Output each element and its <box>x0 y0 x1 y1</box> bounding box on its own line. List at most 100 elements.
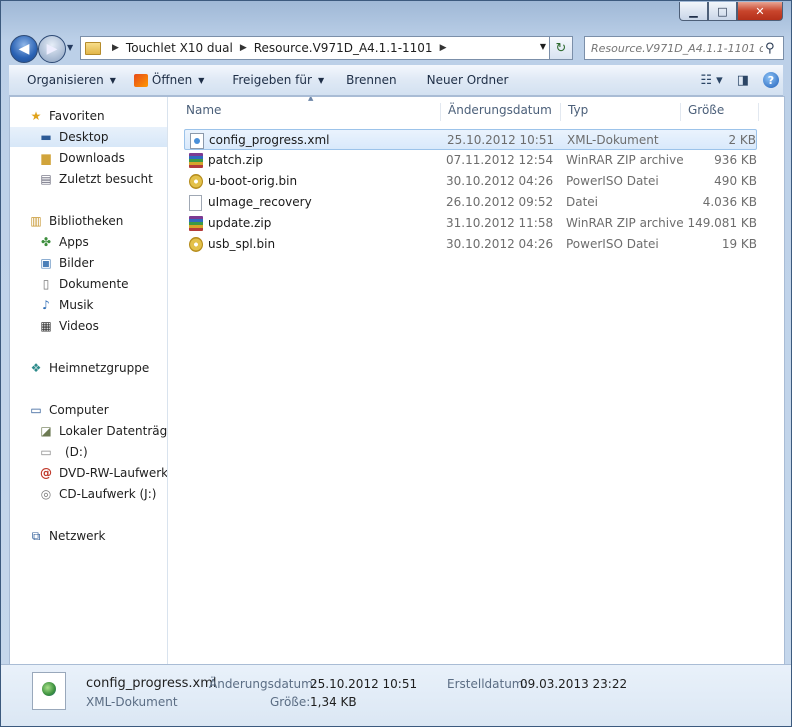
help-icon[interactable]: ? <box>763 72 779 88</box>
star-icon: ★ <box>30 109 42 123</box>
computer-icon: ▭ <box>30 403 42 417</box>
winrar-archive-icon <box>189 216 203 231</box>
sidebar-item-downloads[interactable]: ▆ Downloads <box>10 148 167 168</box>
column-header-type[interactable]: Typ <box>568 103 681 121</box>
file-name: update.zip <box>208 216 272 230</box>
dvd-drive-icon: @ <box>40 466 52 480</box>
homegroup-icon: ❖ <box>30 361 42 375</box>
details-pane: config_progress.xml XML-Dokument Änderun… <box>1 664 791 726</box>
column-header-name[interactable]: Name <box>186 103 441 121</box>
cd-drive-icon: ◎ <box>40 487 52 501</box>
organize-menu-button[interactable]: Organisieren ▼ <box>27 73 116 87</box>
sidebar-item-label: Bilder <box>59 256 94 270</box>
local-disk-icon: ◪ <box>40 424 52 438</box>
search-icon[interactable]: ⚲ <box>765 41 775 56</box>
back-button[interactable]: ◀ <box>10 35 38 63</box>
sidebar-item-apps[interactable]: ✤ Apps <box>10 232 167 252</box>
navigation-bar: ◀ ▶ ▼ ▶ Touchlet X10 dual ▶ Resource.V97… <box>1 31 791 63</box>
file-name: patch.zip <box>208 153 263 167</box>
xml-file-icon <box>190 133 204 149</box>
sidebar-item-heimnetzgruppe[interactable]: ❖ Heimnetzgruppe <box>10 358 167 378</box>
details-modified-value: 25.10.2012 10:51 <box>310 677 418 691</box>
column-header-label: Änderungsdatum <box>448 103 552 117</box>
address-dropdown-icon[interactable]: ▼ <box>540 42 546 51</box>
poweriso-disc-icon <box>189 174 203 189</box>
details-size-label: Größe: <box>270 695 311 709</box>
downloads-folder-icon: ▆ <box>41 151 51 165</box>
file-row[interactable]: patch.zip 07.11.2012 12:54 WinRAR ZIP ar… <box>184 150 757 170</box>
sidebar-item-label: Netzwerk <box>49 529 106 543</box>
new-folder-button[interactable]: Neuer Ordner <box>427 73 509 87</box>
details-filetype: XML-Dokument <box>86 695 178 709</box>
chevron-right-icon[interactable]: ▶ <box>440 43 447 53</box>
sidebar-item-musik[interactable]: ♪ Musik <box>10 295 167 315</box>
file-row[interactable]: u-boot-orig.bin 30.10.2012 04:26 PowerIS… <box>184 171 757 191</box>
view-options-icon[interactable]: ☷ ▾ <box>700 73 722 88</box>
sidebar-item-cd-drive[interactable]: ◎ CD-Laufwerk (J:) <box>10 484 167 504</box>
column-header-label: Name <box>186 103 222 117</box>
sidebar-item-label: Favoriten <box>49 109 105 123</box>
sidebar-item-label: Lokaler Datenträger <box>59 424 168 438</box>
sidebar-item-dvd-drive[interactable]: @ DVD-RW-Laufwerk ( <box>10 463 168 483</box>
file-row[interactable]: update.zip 31.10.2012 11:58 WinRAR ZIP a… <box>184 213 757 233</box>
file-size: 4.036 KB <box>702 195 757 209</box>
refresh-button[interactable]: ↻ <box>549 36 573 60</box>
details-size-value: 1,34 KB <box>310 695 357 709</box>
sidebar-item-desktop[interactable]: ▬ Desktop <box>10 127 167 147</box>
file-size: 2 KB <box>728 133 756 147</box>
chevron-right-icon[interactable]: ▶ <box>112 43 119 53</box>
open-label: Öffnen <box>151 73 193 87</box>
file-date: 25.10.2012 10:51 <box>447 133 555 147</box>
network-icon: ⧉ <box>31 528 41 543</box>
file-size: 490 KB <box>714 174 757 188</box>
preview-pane-icon[interactable]: ◨ <box>737 73 749 88</box>
breadcrumb-segment[interactable]: Touchlet X10 dual <box>126 41 233 55</box>
organize-label: Organisieren <box>27 73 104 87</box>
file-type: XML-Dokument <box>567 133 659 147</box>
close-button[interactable]: ✕ <box>737 2 783 21</box>
xml-file-icon <box>32 672 66 710</box>
sidebar-item-label: Musik <box>59 298 94 312</box>
open-menu-button[interactable]: Öffnen ▼ <box>133 73 204 87</box>
share-menu-button[interactable]: Freigeben für ▼ <box>232 73 324 87</box>
libraries-icon: ▥ <box>30 214 42 228</box>
drive-icon: ▭ <box>40 445 52 459</box>
sidebar-item-label: DVD-RW-Laufwerk ( <box>59 466 168 480</box>
search-box[interactable]: ⚲ <box>584 36 784 60</box>
file-row[interactable]: config_progress.xml 25.10.2012 10:51 XML… <box>184 129 757 150</box>
sidebar-item-label: Computer <box>49 403 109 417</box>
breadcrumb-segment[interactable]: Resource.V971D_A4.1.1-1101 <box>254 41 433 55</box>
sidebar-item-local-disk[interactable]: ◪ Lokaler Datenträger <box>10 421 168 441</box>
file-row[interactable]: uImage_recovery 26.10.2012 09:52 Datei 4… <box>184 192 757 212</box>
content-area: ★ Favoriten ▬ Desktop ▆ Downloads ▤ Zuletzt … <box>9 96 785 665</box>
sidebar-item-netzwerk[interactable]: ⧉ Netzwerk <box>10 526 167 546</box>
sidebar-item-drive-d[interactable]: ▭ (D:) <box>10 442 167 462</box>
sidebar-item-bibliotheken[interactable]: ▥ Bibliotheken <box>10 211 167 231</box>
forward-button[interactable]: ▶ <box>38 35 66 63</box>
sidebar-item-dokumente[interactable]: ▯ Dokumente <box>10 274 167 294</box>
file-name: usb_spl.bin <box>208 237 276 251</box>
sidebar-item-bilder[interactable]: ▣ Bilder <box>10 253 167 273</box>
sidebar-item-computer[interactable]: ▭ Computer <box>10 400 167 420</box>
column-header-date[interactable]: Änderungsdatum <box>448 103 561 121</box>
file-type: PowerISO Datei <box>566 174 659 188</box>
sidebar-item-favoriten[interactable]: ★ Favoriten <box>10 106 167 126</box>
sidebar-item-label: Bibliotheken <box>49 214 124 228</box>
file-size: 149.081 KB <box>687 216 757 230</box>
file-type: WinRAR ZIP archive <box>566 153 684 167</box>
sidebar-item-recent[interactable]: ▤ Zuletzt besucht <box>10 169 167 189</box>
details-filename: config_progress.xml <box>86 676 217 691</box>
minimize-button[interactable]: ▁ <box>679 2 708 21</box>
sidebar-item-videos[interactable]: ▦ Videos <box>10 316 167 336</box>
sidebar-item-label: Videos <box>59 319 99 333</box>
column-header-size[interactable]: Größe <box>688 103 759 121</box>
address-bar[interactable]: ▶ Touchlet X10 dual ▶ Resource.V971D_A4.… <box>80 36 550 60</box>
search-input[interactable] <box>589 40 765 56</box>
maximize-button[interactable]: □ <box>708 2 737 21</box>
burn-button[interactable]: Brennen <box>346 73 396 87</box>
file-row[interactable]: usb_spl.bin 30.10.2012 04:26 PowerISO Da… <box>184 234 757 254</box>
chevron-right-icon[interactable]: ▶ <box>240 43 247 53</box>
recent-pages-dropdown[interactable]: ▼ <box>67 43 73 52</box>
file-type: WinRAR ZIP archive <box>566 216 684 230</box>
generic-file-icon <box>189 195 202 211</box>
